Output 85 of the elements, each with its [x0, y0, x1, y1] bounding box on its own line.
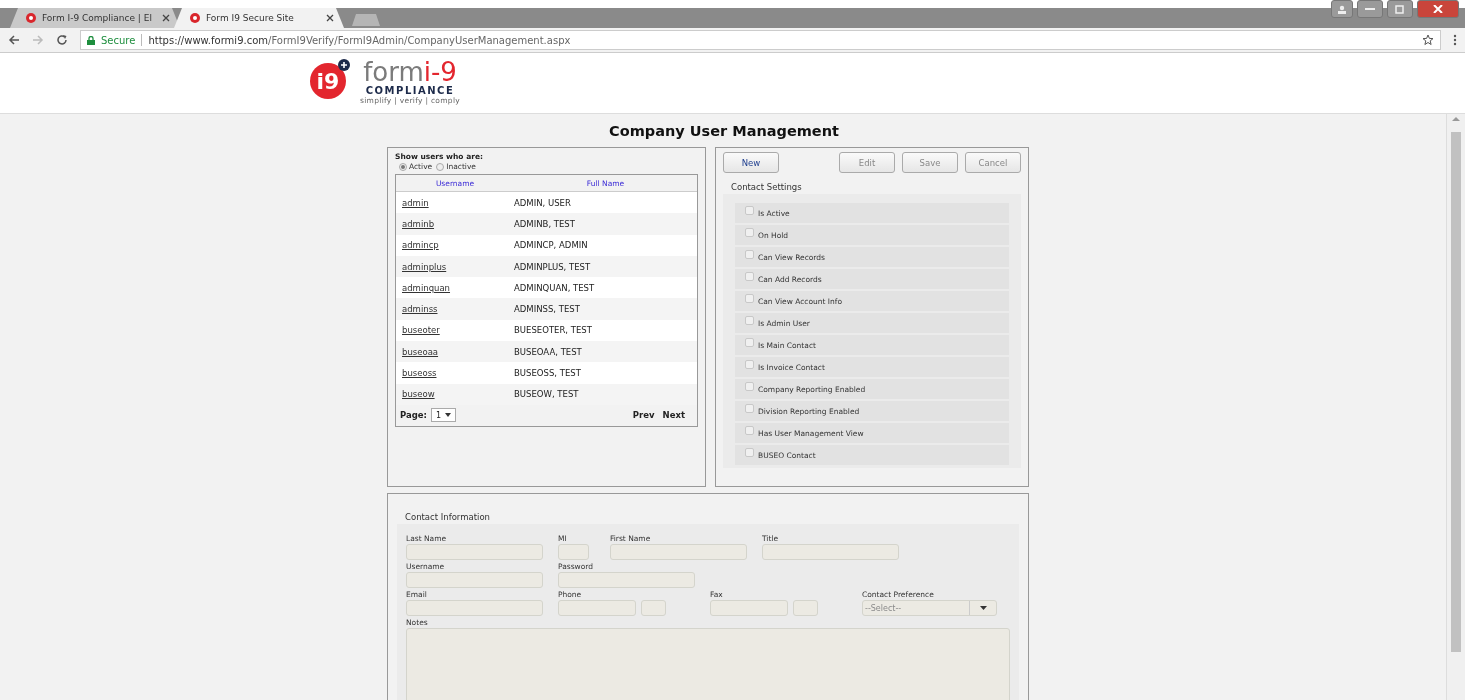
- bookmark-star-icon[interactable]: [1422, 34, 1434, 46]
- section-title: Contact Settings: [731, 182, 803, 192]
- username-link[interactable]: adminquan: [402, 282, 450, 293]
- username-link[interactable]: buseoter: [402, 325, 440, 336]
- input-field[interactable]: [558, 600, 636, 616]
- username-link[interactable]: admincp: [402, 240, 439, 251]
- new-tab-button[interactable]: [352, 14, 380, 26]
- input-field[interactable]: [610, 544, 747, 560]
- prev-link[interactable]: Prev: [632, 410, 655, 421]
- table-cell-text: BUSEOW, TEST: [514, 389, 580, 400]
- table-cell-text: BUSEOSS, TEST: [514, 368, 582, 378]
- scrollbar-thumb[interactable]: [1451, 132, 1461, 652]
- dropdown-icon: [445, 413, 452, 418]
- restore-icon: [1395, 4, 1405, 14]
- table-cell-text: ADMINCP, ADMIN: [514, 240, 589, 251]
- restore-button[interactable]: [1387, 0, 1413, 18]
- page-select[interactable]: 1: [431, 408, 457, 423]
- table-cell-text: BUSEOAA, TEST: [514, 346, 583, 357]
- profile-icon[interactable]: [1331, 0, 1353, 18]
- close-icon[interactable]: [326, 14, 334, 22]
- radio-button[interactable]: [436, 162, 445, 171]
- page-label: Page:: [400, 410, 427, 421]
- username-link[interactable]: buseoaa: [402, 346, 439, 357]
- address-bar[interactable]: Secure https://www.formi9.com/FormI9Verify/FormI9Admin/CompanyUserManagement.aspx: [80, 30, 1441, 50]
- input-field[interactable]: [406, 544, 543, 560]
- checkbox[interactable]: [745, 338, 754, 347]
- checkbox[interactable]: [745, 228, 754, 237]
- lock-icon: [87, 35, 95, 45]
- checkbox[interactable]: [745, 206, 754, 215]
- plus-icon: [338, 59, 350, 71]
- back-icon[interactable]: [8, 34, 20, 46]
- input-field[interactable]: [558, 544, 589, 560]
- dropdown-icon: [979, 606, 987, 610]
- input-field[interactable]: [762, 544, 899, 560]
- url-text: https://www.formi9.com/FormI9Verify/FormI9Admin/CompanyUserManagement.aspx: [148, 34, 571, 46]
- radio-button[interactable]: [399, 162, 407, 171]
- logo-badge: i9: [310, 63, 346, 99]
- checkbox[interactable]: [745, 294, 754, 303]
- secure-label: Secure: [101, 34, 136, 46]
- table-cell-text: ADMINSS, TEST: [514, 304, 581, 315]
- minimize-button[interactable]: [1357, 0, 1383, 18]
- scroll-up-icon[interactable]: [1452, 116, 1460, 122]
- table-cell-text: ADMINB, TEST: [514, 218, 576, 229]
- action-button[interactable]: New: [723, 152, 779, 173]
- page-title: Company User Management: [608, 123, 840, 139]
- username-link[interactable]: adminb: [402, 218, 435, 229]
- checkbox[interactable]: [745, 272, 754, 281]
- logo-subtitle: COMPLIANCE: [365, 85, 455, 96]
- username-link[interactable]: buseoss: [402, 368, 437, 378]
- extension-field[interactable]: [793, 600, 818, 616]
- username-link[interactable]: adminss: [402, 304, 438, 315]
- browser-tab[interactable]: Form I9 Secure Site: [174, 8, 344, 28]
- table-cell-text: ADMIN, USER: [514, 197, 572, 208]
- checkbox[interactable]: [745, 316, 754, 325]
- checkbox[interactable]: [745, 360, 754, 369]
- next-link[interactable]: Next: [662, 410, 685, 421]
- input-field[interactable]: [710, 600, 788, 616]
- input-field[interactable]: [406, 600, 543, 616]
- checkbox[interactable]: [745, 404, 754, 413]
- site-icon: [190, 13, 200, 23]
- logo-accent: i-9: [423, 59, 457, 85]
- username-link[interactable]: adminplus: [402, 261, 447, 272]
- section-title: Contact Information: [405, 512, 491, 522]
- checkbox[interactable]: [745, 250, 754, 259]
- table-cell-text: ADMINQUAN, TEST: [514, 282, 596, 293]
- forward-icon[interactable]: [32, 34, 44, 46]
- input-field[interactable]: [406, 572, 543, 588]
- notes-field[interactable]: [406, 628, 1010, 700]
- close-button[interactable]: [1417, 0, 1459, 18]
- logo-word: form: [363, 59, 424, 85]
- reload-icon[interactable]: [56, 34, 68, 46]
- site-icon: [26, 13, 36, 23]
- checkbox[interactable]: [745, 426, 754, 435]
- table-cell-text: ADMINPLUS, TEST: [514, 261, 592, 272]
- menu-icon[interactable]: [1453, 34, 1457, 46]
- checkbox[interactable]: [745, 448, 754, 457]
- close-icon[interactable]: [162, 14, 170, 22]
- username-link[interactable]: admin: [402, 197, 429, 208]
- extension-field[interactable]: [641, 600, 666, 616]
- minimize-icon: [1365, 7, 1375, 11]
- checkbox[interactable]: [745, 382, 754, 391]
- table-cell-text: BUESEOTER, TEST: [514, 325, 593, 336]
- username-link[interactable]: buseow: [402, 389, 435, 400]
- input-field[interactable]: [558, 572, 695, 588]
- close-icon: [1433, 5, 1443, 13]
